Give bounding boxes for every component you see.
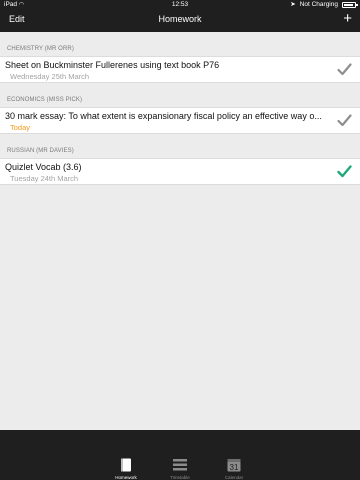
calendar-day: 31 — [230, 463, 239, 472]
homework-title: Sheet on Buckminster Fullerenes using te… — [5, 60, 220, 70]
homework-title: Quizlet Vocab (3.6) — [5, 162, 82, 172]
section-header: ECONOMICS (MISS PICK) — [7, 97, 83, 103]
homework-due: Today — [10, 123, 31, 132]
checkmark-icon[interactable] — [337, 63, 352, 76]
homework-item[interactable]: 30 mark essay: To what extent is expansi… — [0, 107, 360, 134]
calendar-icon: 31 — [227, 459, 241, 472]
tab-homework[interactable]: Homework — [108, 430, 144, 480]
homework-title: 30 mark essay: To what extent is expansi… — [5, 111, 322, 121]
checkmark-done-icon[interactable] — [337, 165, 352, 178]
section-chemistry: CHEMISTRY (MR ORR) Sheet on Buckminster … — [0, 32, 360, 83]
location-icon: ➤ — [290, 1, 296, 8]
section-header: CHEMISTRY (MR ORR) — [7, 46, 74, 52]
nav-bar: Edit Homework + — [0, 9, 360, 32]
tab-bar: Homework Timetable 31 Calendar — [0, 430, 360, 480]
list-icon — [173, 459, 187, 471]
status-charging: Not Charging — [299, 1, 338, 8]
tab-label: Calendar — [224, 475, 244, 480]
homework-due: Wednesday 25th March — [10, 72, 90, 81]
battery-icon — [342, 1, 358, 8]
section-economics: ECONOMICS (MISS PICK) 30 mark essay: To … — [0, 83, 360, 134]
book-icon — [121, 458, 131, 472]
tab-label: Homework — [115, 475, 137, 480]
section-header: RUSSIAN (MR DAVIES) — [7, 148, 74, 154]
tab-calendar[interactable]: 31 Calendar — [216, 430, 252, 480]
tab-label: Timetable — [170, 475, 190, 480]
status-bar: iPad ◠ 12:53 ➤ Not Charging — [0, 0, 360, 9]
homework-item[interactable]: Sheet on Buckminster Fullerenes using te… — [0, 56, 360, 83]
tab-timetable[interactable]: Timetable — [162, 430, 198, 480]
homework-list: CHEMISTRY (MR ORR) Sheet on Buckminster … — [0, 32, 360, 430]
add-button[interactable]: + — [343, 10, 352, 28]
page-title: Homework — [158, 14, 202, 24]
section-russian: RUSSIAN (MR DAVIES) Quizlet Vocab (3.6) … — [0, 134, 360, 185]
homework-item[interactable]: Quizlet Vocab (3.6) Tuesday 24th March — [0, 158, 360, 185]
status-right: ➤ Not Charging — [290, 0, 358, 9]
checkmark-icon[interactable] — [337, 114, 352, 127]
homework-due: Tuesday 24th March — [10, 174, 79, 183]
